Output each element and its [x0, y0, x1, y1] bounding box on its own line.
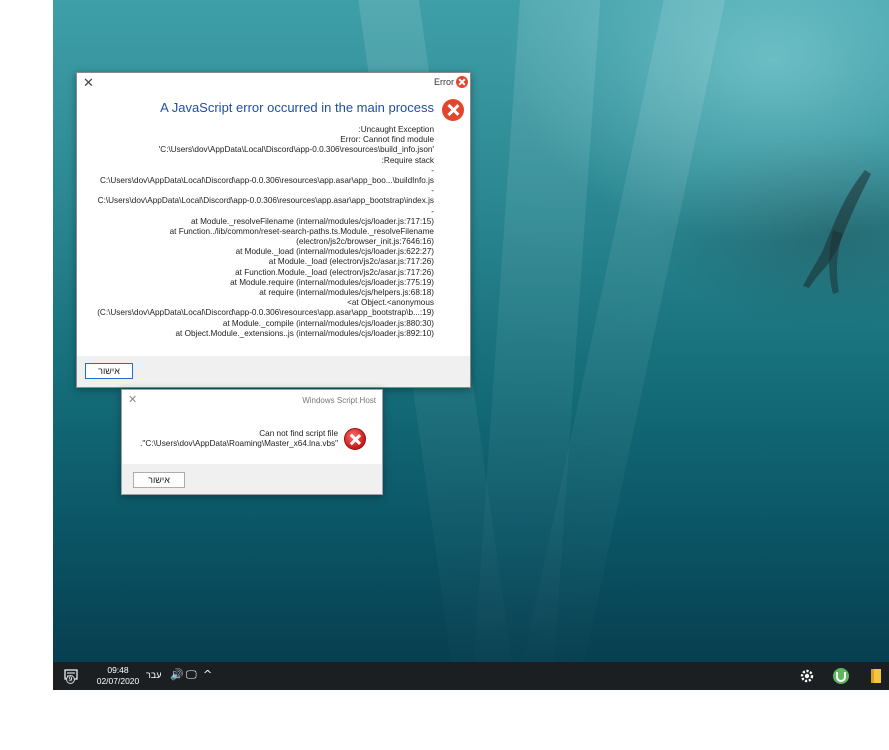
dialog-title: Windows Script Host — [302, 396, 376, 405]
javascript-error-dialog: ✕ Error A JavaScript error occurred in t… — [76, 72, 471, 388]
gear-icon[interactable] — [798, 667, 816, 685]
dialog-title: Error — [434, 77, 454, 87]
error-heading: A JavaScript error occurred in the main … — [160, 100, 434, 115]
volume-icon[interactable]: 🔊 — [170, 668, 184, 682]
taskbar: 9 09:48 02/07/2020 עבר 🔊 🖵 ^ — [53, 662, 889, 690]
error-icon — [344, 428, 366, 450]
error-message-line: at Object.Module._extensions..js (intern… — [175, 328, 435, 338]
close-icon[interactable]: ✕ — [83, 76, 94, 91]
error-message-line: Error: Cannot find module — [340, 135, 434, 145]
language-indicator[interactable]: עבר — [146, 670, 161, 680]
swimmer-silhouette — [803, 170, 871, 294]
file-explorer-icon[interactable] — [867, 667, 885, 685]
error-message: :Uncaught Exception Error: Cannot find mo… — [74, 125, 434, 339]
dialog-footer: אישור — [77, 356, 470, 387]
error-message-line: C:\Users\dov\AppData\Local\Discord\app-0… — [97, 196, 434, 206]
error-message-line: C:\Users\dov\AppData\Local\Discord\app-0… — [99, 175, 434, 185]
notification-count-badge: 9 — [66, 675, 75, 684]
error-message-line: - — [431, 186, 434, 196]
clock-date: 02/07/2020 — [96, 675, 140, 686]
utorrent-icon[interactable] — [832, 667, 850, 685]
ok-button[interactable]: אישור — [85, 363, 133, 379]
error-message-line: at Function../lib/common/reset-search-pa… — [169, 226, 434, 236]
error-message-line: at Module._load (electron/js2c/asar.js:7… — [268, 257, 434, 267]
error-message: Can not find script file ."C:\Users\dov\… — [140, 429, 338, 449]
error-message-line: at Module._load (internal/modules/cjs/lo… — [235, 247, 434, 257]
error-icon — [456, 76, 468, 88]
clock[interactable]: 09:48 02/07/2020 — [93, 665, 143, 686]
error-icon — [442, 99, 464, 121]
error-message-line: - — [431, 165, 434, 175]
close-icon[interactable]: ✕ — [128, 393, 137, 406]
page-margin — [0, 690, 889, 750]
error-message-line: at Module.require (internal/modules/cjs/… — [230, 277, 434, 287]
message-line: ."C:\Users\dov\AppData\Roaming\Master_x6… — [140, 439, 338, 448]
error-message-line: (C:\Users\dov\AppData\Local\Discord\app-… — [97, 308, 434, 318]
error-message-line: - — [431, 206, 434, 216]
error-message-line: <at Object.<anonymous — [347, 298, 434, 308]
error-message-line: at Function.Module._load (electron/js2c/… — [235, 267, 434, 277]
error-message-line: :Require stack — [381, 155, 434, 165]
error-message-line: at require (internal/modules/cjs/helpers… — [259, 288, 434, 297]
message-line: Can not find script file — [259, 429, 338, 438]
network-icon[interactable]: 🖵 — [186, 668, 197, 682]
dialog-footer: אישור — [122, 464, 382, 494]
error-message-line: 'C:\Users\dov\AppData\Local\Discord\app-… — [158, 145, 434, 155]
clock-time: 09:48 — [107, 665, 129, 675]
error-message-line: at Module._resolveFilename (internal/mod… — [190, 216, 434, 226]
error-message-line: :Uncaught Exception — [358, 125, 434, 134]
ok-button[interactable]: אישור — [133, 472, 185, 488]
error-message-line: (electron/js2c/browser_init.js:7646:16) — [296, 237, 434, 247]
error-message-line: at Module._compile (internal/modules/cjs… — [222, 318, 434, 328]
chevron-up-icon[interactable]: ^ — [203, 668, 212, 682]
windows-script-host-dialog: ✕ Windows Script Host Can not find scrip… — [121, 389, 383, 495]
